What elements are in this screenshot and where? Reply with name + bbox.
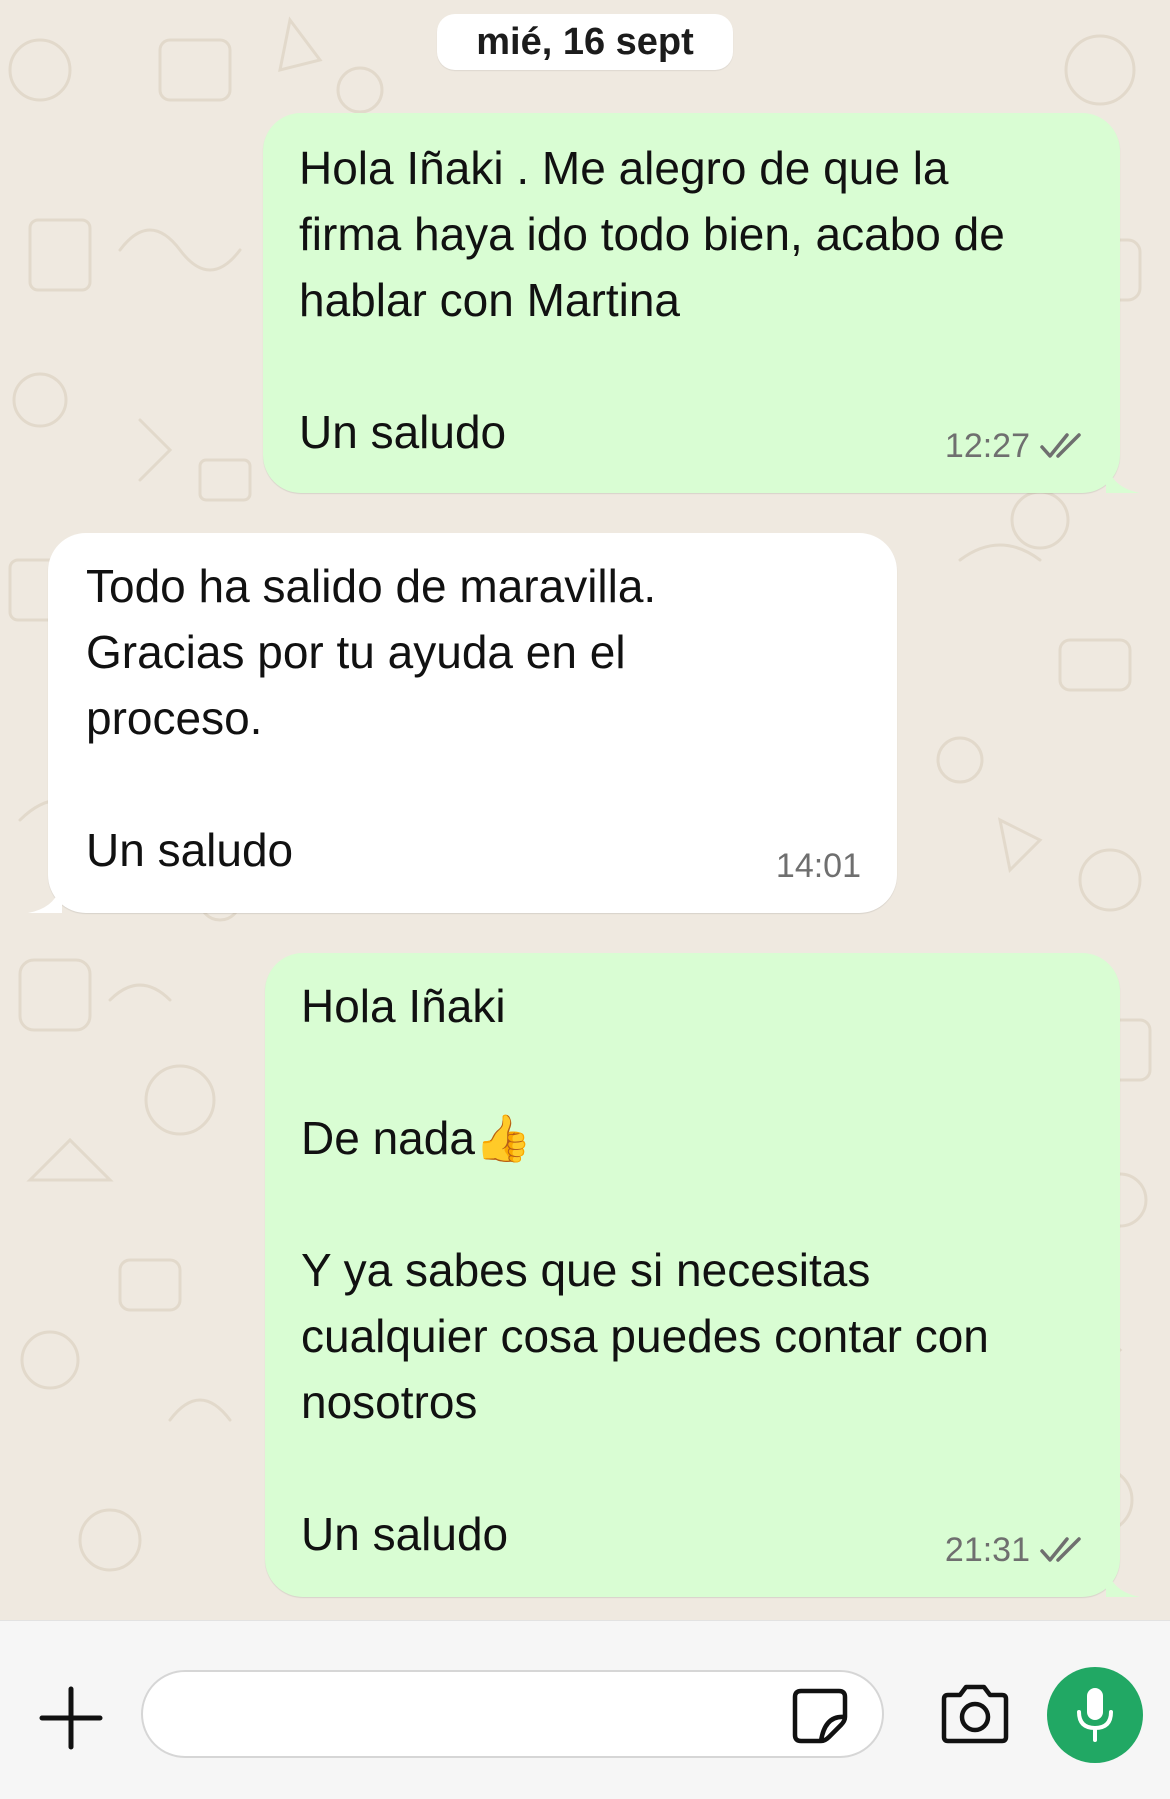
outgoing-message-bubble[interactable]: Hola Iñaki De nada👍 Y ya sabes que si ne… [265,953,1140,1597]
date-separator-label: mié, 16 sept [476,20,694,63]
message-input[interactable] [141,1670,884,1758]
message-time: 21:31 [944,1531,1030,1569]
microphone-button[interactable] [1047,1667,1143,1763]
sticker-icon[interactable] [791,1687,849,1745]
camera-icon[interactable] [938,1683,1012,1745]
message-text: Todo ha salido de maravilla. Gracias por… [86,560,657,876]
double-check-icon [1040,1537,1081,1562]
message-meta: 14:01 [776,833,861,899]
date-separator: mié, 16 sept [437,14,733,70]
message-time: 14:01 [775,847,861,885]
bubble-tail [28,877,62,913]
plus-icon[interactable] [36,1683,106,1753]
message-composer [0,1620,1170,1799]
message-meta: 12:27 [945,413,1086,479]
message-meta: 21:31 [945,1517,1086,1583]
outgoing-message-bubble[interactable]: Hola Iñaki . Me alegro de que la firma h… [263,113,1140,493]
message-text: Hola Iñaki De nada👍 Y ya sabes que si ne… [301,980,989,1560]
incoming-message-bubble[interactable]: Todo ha salido de maravilla. Gracias por… [28,533,897,913]
microphone-icon [1077,1688,1113,1742]
bubble-tail [1106,1561,1140,1597]
bubble-tail [1106,457,1140,493]
message-time: 12:27 [944,427,1030,465]
double-check-icon [1040,433,1081,458]
